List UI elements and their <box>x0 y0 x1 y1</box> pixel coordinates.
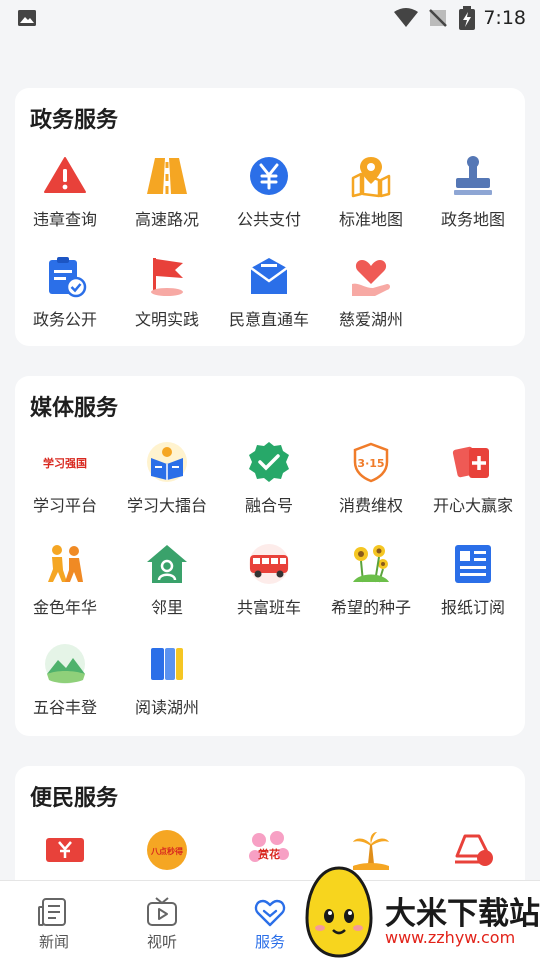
service-label: 五谷丰登 <box>32 698 97 717</box>
playing-cards-icon <box>452 446 489 478</box>
service-label: 高速路况 <box>134 210 199 229</box>
elderly-people-icon <box>48 545 83 582</box>
heart-chevron-icon <box>254 899 286 927</box>
consumer-315-icon: 3·15 <box>353 442 389 483</box>
service-item-newspaper[interactable]: 报纸订阅 <box>423 542 523 632</box>
mail-envelope-icon <box>250 258 288 294</box>
ticket-yuan-icon <box>46 838 84 862</box>
highway-road-icon <box>147 158 187 194</box>
service-label: 希望的种子 <box>330 598 411 617</box>
badge-logo-icon: 八点秒得 <box>147 830 187 870</box>
mascot-logo-icon <box>305 866 373 958</box>
service-item-std-map[interactable]: 标准地图 <box>321 154 421 244</box>
news-doc-icon <box>38 898 66 926</box>
service-item-harvest[interactable]: 五谷丰登 <box>15 642 115 732</box>
service-label: 学习平台 <box>32 496 97 515</box>
service-label: 慈爱湖州 <box>338 310 403 329</box>
service-label: 共富班车 <box>236 598 301 617</box>
watermark: 大米下载站 www.zzhyw.com <box>295 862 540 960</box>
service-item-civilization[interactable]: 文明实践 <box>117 254 217 344</box>
service-label: 学习大擂台 <box>126 496 207 515</box>
service-label: 文明实践 <box>134 310 199 329</box>
book-reader-icon <box>147 442 187 482</box>
service-item-golden-years[interactable]: 金色年华 <box>15 542 115 632</box>
service-label: 开心大赢家 <box>432 496 513 515</box>
service-item-study-arena[interactable]: 学习大擂台 <box>117 440 217 530</box>
service-label: 阅读湖州 <box>134 698 199 717</box>
sunflower-icon <box>353 545 389 583</box>
service-label: 政务公开 <box>32 310 97 329</box>
newspaper-icon <box>455 545 491 583</box>
service-label: 邻里 <box>150 598 183 617</box>
gov-services-card: 政务服务 违章查询 高速路况 公共支付 标准地图 政务地图 政务公开 文明实践 … <box>15 88 525 346</box>
xuexi-logo-icon: 学习强国 <box>43 456 87 470</box>
no-signal-icon <box>429 9 447 27</box>
service-item-neighbors[interactable]: 邻里 <box>117 542 217 632</box>
service-item-gov-map[interactable]: 政务地图 <box>423 154 523 244</box>
stamp-icon <box>454 156 492 195</box>
service-label: 违章查询 <box>32 210 97 229</box>
service-label: 政务地图 <box>440 210 505 229</box>
section-title: 媒体服务 <box>30 396 119 421</box>
svg-text:学习强国: 学习强国 <box>43 456 87 470</box>
tab-av[interactable]: 视听 <box>127 895 197 952</box>
heart-hand-icon <box>352 260 390 296</box>
status-bar: 7:18 <box>0 0 540 36</box>
open-book-icon <box>151 648 183 680</box>
service-label: 民意直通车 <box>228 310 309 329</box>
mountain-field-icon <box>45 644 85 684</box>
section-title: 政务服务 <box>30 108 119 133</box>
clipboard-check-icon <box>49 257 87 298</box>
service-item-bus[interactable]: 共富班车 <box>219 542 319 632</box>
svg-text:赏花: 赏花 <box>258 847 280 861</box>
wifi-icon <box>394 8 418 27</box>
service-item-reading[interactable]: 阅读湖州 <box>117 642 217 732</box>
service-label: 融合号 <box>244 496 293 515</box>
tab-label: 视听 <box>146 933 177 951</box>
map-pin-icon <box>351 157 391 198</box>
tab-label: 新闻 <box>38 933 69 951</box>
media-services-card: 媒体服务 学习强国 学习平台 学习大擂台 融合号 3·15 消费维权 开心大赢家… <box>15 376 525 736</box>
service-label: 标准地图 <box>338 210 403 229</box>
section-title: 便民服务 <box>30 786 119 811</box>
service-item-xuexi[interactable]: 学习强国 学习平台 <box>15 440 115 530</box>
service-item-payment[interactable]: 公共支付 <box>219 154 319 244</box>
service-item-charity[interactable]: 慈爱湖州 <box>321 254 421 344</box>
service-item-gov-open[interactable]: 政务公开 <box>15 254 115 344</box>
yuan-payment-icon <box>250 157 288 195</box>
image-icon <box>18 10 36 26</box>
service-item-seeds[interactable]: 希望的种子 <box>321 542 421 632</box>
tv-play-icon <box>147 897 177 926</box>
bus-icon <box>249 544 289 584</box>
watermark-title: 大米下载站 <box>385 896 540 932</box>
service-label: 报纸订阅 <box>440 598 505 617</box>
red-flag-icon <box>151 258 183 296</box>
house-person-icon <box>147 545 187 583</box>
warning-triangle-icon <box>44 157 86 193</box>
service-item-winner[interactable]: 开心大赢家 <box>423 440 523 530</box>
service-item-public-opinion[interactable]: 民意直通车 <box>219 254 319 344</box>
battery-charging-icon <box>459 6 475 30</box>
service-label: 公共支付 <box>236 210 301 229</box>
service-item-violation[interactable]: 违章查询 <box>15 154 115 244</box>
service-item-fusion[interactable]: 融合号 <box>219 440 319 530</box>
svg-text:3·15: 3·15 <box>357 457 384 470</box>
check-badge-icon <box>249 442 289 482</box>
status-time: 7:18 <box>483 7 526 29</box>
tab-news[interactable]: 新闻 <box>19 895 89 952</box>
flower-badge-icon: 赏花 <box>249 831 289 862</box>
service-label: 消费维权 <box>338 496 403 515</box>
svg-text:八点秒得: 八点秒得 <box>150 846 183 856</box>
service-label: 金色年华 <box>32 598 97 617</box>
service-item-consumer[interactable]: 3·15 消费维权 <box>321 440 421 530</box>
watermark-url: www.zzhyw.com <box>385 928 516 947</box>
service-item-highway[interactable]: 高速路况 <box>117 154 217 244</box>
